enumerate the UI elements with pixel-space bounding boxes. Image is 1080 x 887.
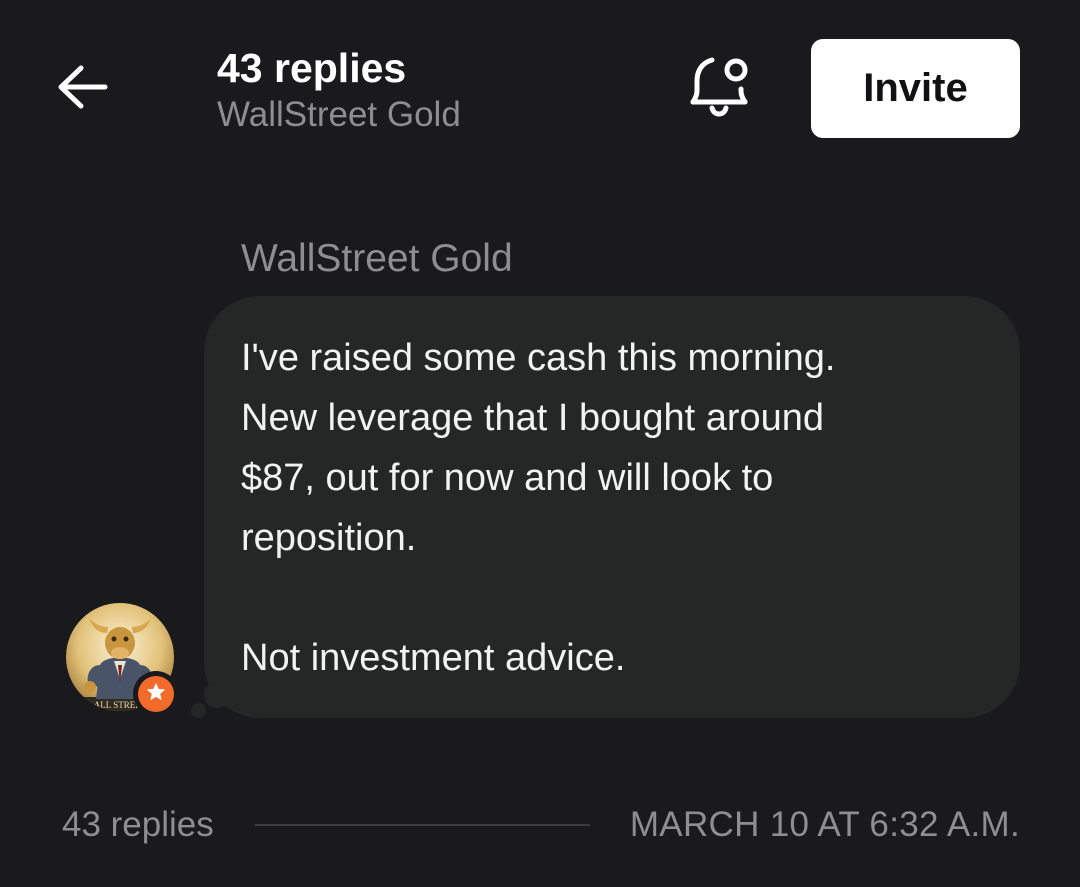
invite-button[interactable]: Invite	[811, 39, 1020, 138]
badge-circle	[138, 676, 174, 712]
bubble-tail	[204, 682, 230, 708]
replies-count-link[interactable]: 43 replies	[62, 803, 214, 847]
page-title: 43 replies	[217, 45, 407, 91]
message-author: WallStreet Gold	[241, 237, 513, 280]
divider	[255, 824, 590, 826]
message-timestamp: MARCH 10 AT 6:32 A.M.	[629, 805, 1020, 844]
arrow-left-icon	[57, 65, 109, 114]
role-badge	[133, 671, 179, 717]
bell-settings-icon	[688, 51, 754, 126]
message-bubble[interactable]: I've raised some cash this morning. New …	[204, 296, 1020, 718]
thread-header: 43 replies WallStreet Gold	[217, 44, 461, 137]
back-button[interactable]	[52, 58, 114, 120]
star-icon	[145, 681, 167, 708]
message-text: I've raised some cash this morning. New …	[241, 337, 836, 679]
notification-settings-button[interactable]	[684, 51, 758, 125]
bubble-tail-dot	[191, 703, 206, 718]
channel-name: WallStreet Gold	[217, 95, 461, 134]
